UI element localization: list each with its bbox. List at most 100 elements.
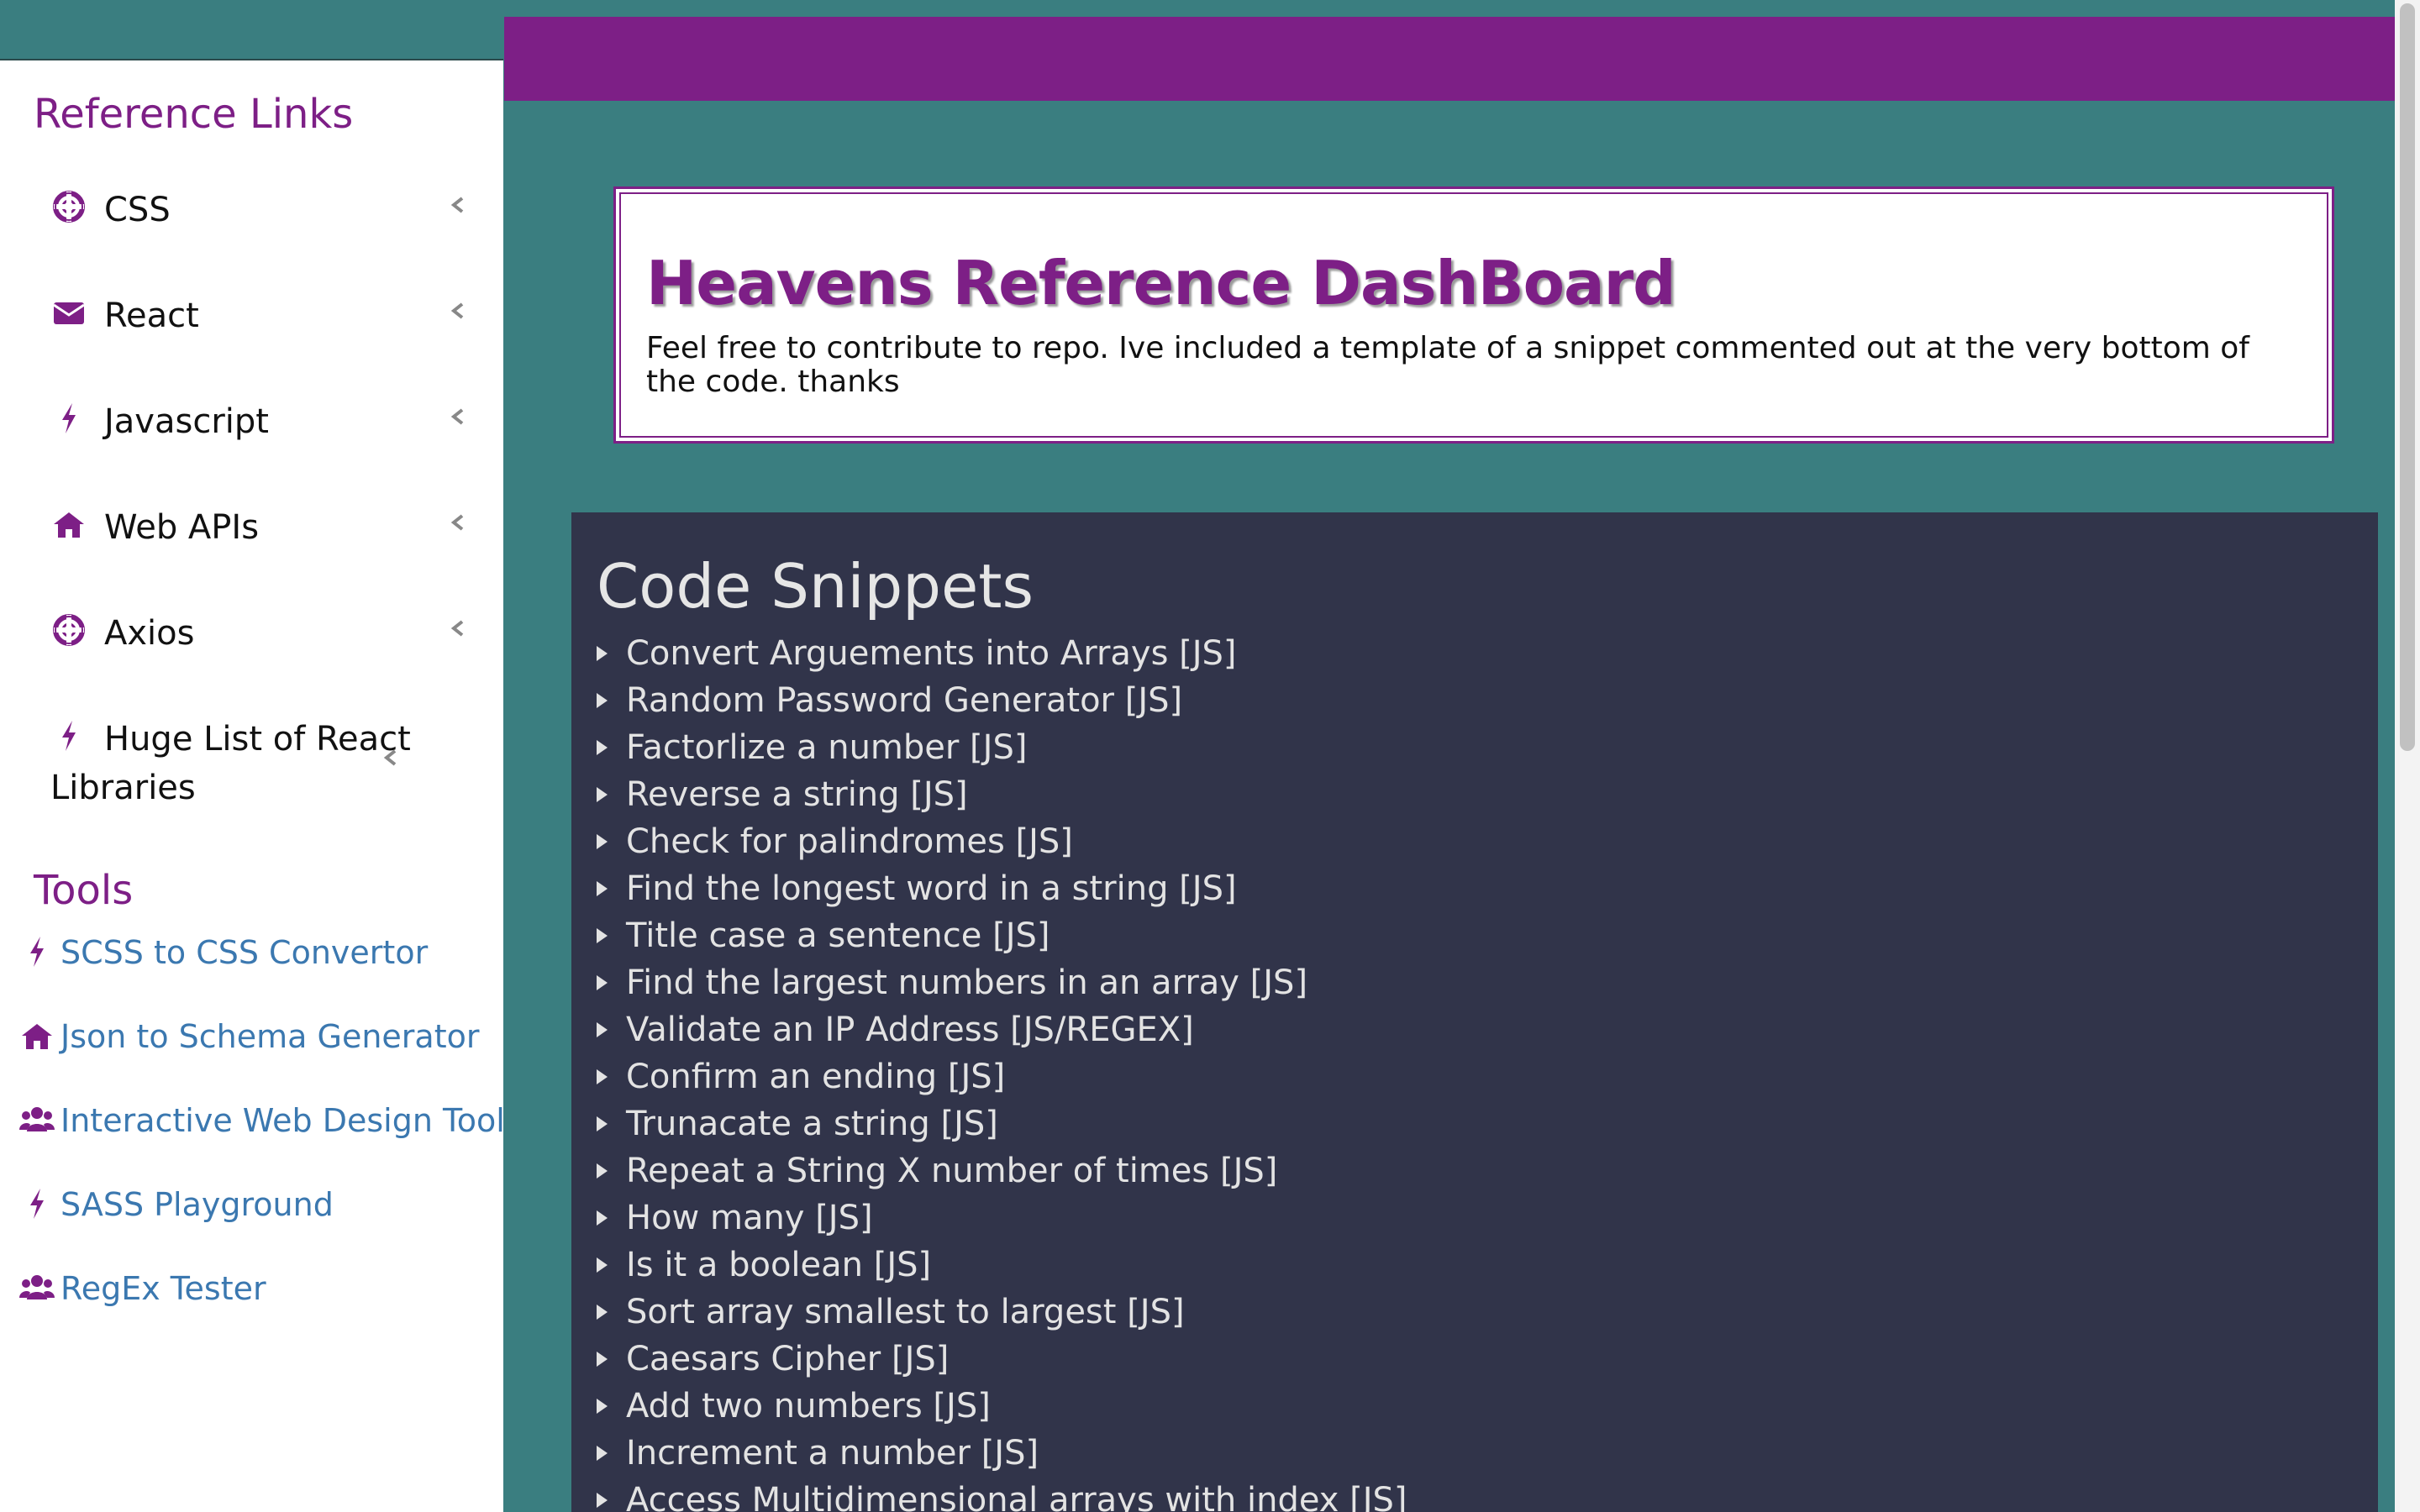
life-ring-icon: [50, 612, 87, 648]
disclosure-triangle-icon: [597, 1352, 608, 1367]
users-icon: [18, 1101, 55, 1138]
tool-link-sass-playground[interactable]: SASS Playground: [18, 1181, 334, 1228]
snippet-label: Increment a number [JS]: [626, 1434, 1039, 1473]
sidebar-item-label: Huge List of React Libraries: [50, 720, 411, 807]
life-ring-icon: [50, 188, 87, 225]
sidebar-item-label: CSS: [104, 191, 171, 229]
chevron-left-icon: [445, 185, 471, 232]
snippet-summary[interactable]: Increment a number [JS]: [597, 1430, 1407, 1477]
snippet-label: Title case a sentence [JS]: [626, 916, 1050, 955]
sidebar-item-label: React: [104, 297, 199, 335]
envelope-icon: [50, 294, 87, 331]
snippet-summary[interactable]: Add two numbers [JS]: [597, 1383, 1407, 1430]
snippet-label: Factorlize a number [JS]: [626, 728, 1028, 767]
reference-links-heading: Reference Links: [34, 91, 354, 138]
snippet-label: Check for palindromes [JS]: [626, 822, 1073, 861]
snippet-label: Validate an IP Address [JS/REGEX]: [626, 1011, 1194, 1049]
snippet-label: Is it a boolean [JS]: [626, 1246, 932, 1284]
bolt-icon: [18, 933, 55, 970]
dashboard-header-card: Heavens Reference DashBoard Feel free to…: [613, 186, 2334, 444]
scrollbar-thumb[interactable]: [2400, 3, 2415, 751]
disclosure-triangle-icon: [597, 1399, 608, 1414]
tools-heading: Tools: [34, 867, 134, 914]
chevron-left-icon: [445, 291, 471, 338]
disclosure-triangle-icon: [597, 1210, 608, 1226]
disclosure-triangle-icon: [597, 693, 608, 708]
snippet-label: Find the largest numbers in an array [JS…: [626, 963, 1308, 1002]
snippet-summary[interactable]: Is it a boolean [JS]: [597, 1242, 1407, 1289]
users-icon: [18, 1269, 55, 1306]
disclosure-triangle-icon: [597, 1163, 608, 1179]
snippet-label: How many [JS]: [626, 1199, 873, 1237]
disclosure-triangle-icon: [597, 740, 608, 755]
snippet-label: Confirm an ending [JS]: [626, 1058, 1006, 1096]
snippet-summary[interactable]: Random Password Generator [JS]: [597, 677, 1407, 724]
scrollbar[interactable]: [2395, 0, 2420, 1512]
tool-link-label: SCSS to CSS Convertor: [60, 934, 429, 971]
snippet-summary[interactable]: Title case a sentence [JS]: [597, 912, 1407, 959]
snippet-label: Trunacate a string [JS]: [626, 1105, 998, 1143]
tool-link-label: Interactive Web Design Tool: [60, 1102, 505, 1139]
home-icon: [18, 1017, 55, 1054]
bolt-icon: [18, 1185, 55, 1222]
disclosure-triangle-icon: [597, 787, 608, 802]
snippet-label: Caesars Cipher [JS]: [626, 1340, 950, 1378]
bolt-icon: [50, 400, 87, 437]
disclosure-triangle-icon: [597, 834, 608, 849]
snippet-summary[interactable]: Check for palindromes [JS]: [597, 818, 1407, 865]
disclosure-triangle-icon: [597, 1493, 608, 1508]
page-description: Feel free to contribute to repo. Ive inc…: [646, 331, 2249, 399]
disclosure-triangle-icon: [597, 975, 608, 990]
snippet-label: Sort array smallest to largest [JS]: [626, 1293, 1185, 1331]
snippet-summary[interactable]: Confirm an ending [JS]: [597, 1053, 1407, 1100]
code-snippets-list: Convert Arguements into Arrays [JS] Rando…: [597, 630, 1407, 1512]
snippet-summary[interactable]: Convert Arguements into Arrays [JS]: [597, 630, 1407, 677]
code-snippets-title: Code Snippets: [597, 551, 1034, 622]
sidebar-item-web-apis[interactable]: Web APIs: [50, 502, 464, 551]
tool-link-scss-to-css[interactable]: SCSS to CSS Convertor: [18, 929, 428, 976]
sidebar-item-javascript[interactable]: Javascript: [50, 396, 464, 445]
snippet-label: Random Password Generator [JS]: [626, 681, 1183, 720]
sidebar-item-css[interactable]: CSS: [50, 185, 464, 234]
snippet-summary[interactable]: Factorlize a number [JS]: [597, 724, 1407, 771]
snippet-summary[interactable]: Trunacate a string [JS]: [597, 1100, 1407, 1147]
snippet-summary[interactable]: Sort array smallest to largest [JS]: [597, 1289, 1407, 1336]
disclosure-triangle-icon: [597, 646, 608, 661]
code-snippets-panel: Code Snippets Convert Arguements into Ar…: [571, 512, 2378, 1512]
top-navbar: [504, 17, 2395, 101]
disclosure-triangle-icon: [597, 1022, 608, 1037]
sidebar-item-label: Javascript: [104, 402, 269, 441]
tool-link-regex-tester[interactable]: RegEx Tester: [18, 1265, 266, 1312]
snippet-label: Repeat a String X number of times [JS]: [626, 1152, 1278, 1190]
snippet-label: Add two numbers [JS]: [626, 1387, 991, 1425]
sidebar-item-label: Axios: [104, 614, 195, 653]
page: Reference Links CSS React Javascript Web…: [0, 0, 2420, 1512]
tool-link-web-design-tool[interactable]: Interactive Web Design Tool: [18, 1097, 505, 1144]
sidebar-item-axios[interactable]: Axios: [50, 608, 464, 657]
sidebar-item-react[interactable]: React: [50, 291, 464, 339]
disclosure-triangle-icon: [597, 1257, 608, 1273]
bolt-icon: [50, 717, 87, 754]
page-title: Heavens Reference DashBoard: [646, 248, 1676, 318]
snippet-summary[interactable]: Caesars Cipher [JS]: [597, 1336, 1407, 1383]
snippet-summary[interactable]: Find the longest word in a string [JS]: [597, 865, 1407, 912]
snippet-summary[interactable]: Repeat a String X number of times [JS]: [597, 1147, 1407, 1194]
snippet-summary[interactable]: Find the largest numbers in an array [JS…: [597, 959, 1407, 1006]
snippet-summary[interactable]: Validate an IP Address [JS/REGEX]: [597, 1006, 1407, 1053]
tool-link-label: SASS Playground: [60, 1186, 334, 1223]
disclosure-triangle-icon: [597, 1305, 608, 1320]
home-icon: [50, 506, 87, 543]
tool-link-label: Json to Schema Generator: [60, 1018, 480, 1055]
tool-link-json-schema[interactable]: Json to Schema Generator: [18, 1013, 479, 1060]
disclosure-triangle-icon: [597, 1116, 608, 1131]
snippet-summary[interactable]: Reverse a string [JS]: [597, 771, 1407, 818]
disclosure-triangle-icon: [597, 928, 608, 943]
snippet-summary[interactable]: How many [JS]: [597, 1194, 1407, 1242]
snippet-label: Find the longest word in a string [JS]: [626, 869, 1237, 908]
disclosure-triangle-icon: [597, 1069, 608, 1084]
snippet-summary[interactable]: Access Multidimensional arrays with inde…: [597, 1477, 1407, 1512]
disclosure-triangle-icon: [597, 1446, 608, 1461]
chevron-left-icon: [445, 608, 471, 655]
sidebar-item-react-libraries[interactable]: Huge List of React Libraries: [50, 714, 420, 811]
snippet-label: Reverse a string [JS]: [626, 775, 968, 814]
